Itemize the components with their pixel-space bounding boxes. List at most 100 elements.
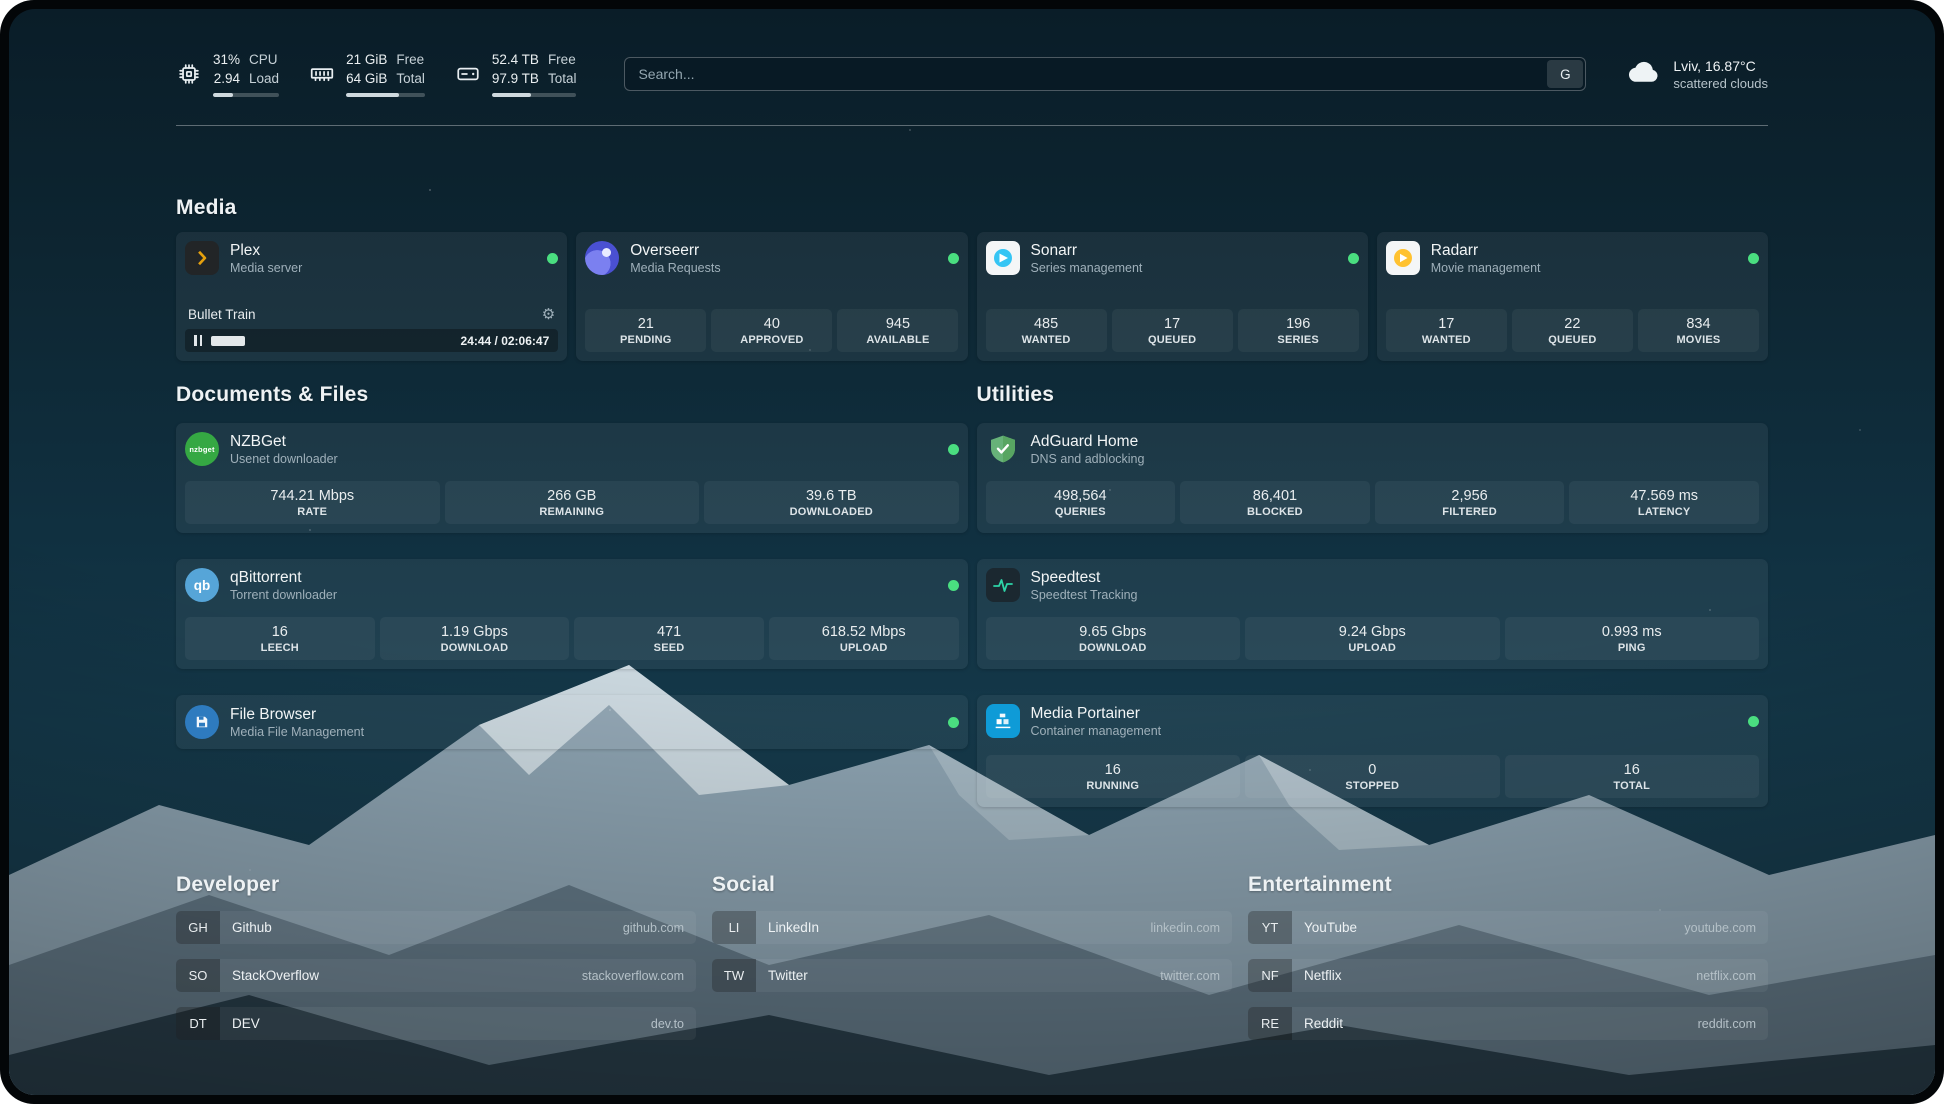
bookmark-url: github.com: [623, 921, 684, 935]
qbittorrent-stat-seed: 471 SEED: [574, 617, 764, 660]
cpu-percent-label: CPU: [249, 51, 279, 70]
adguard-stat-filtered: 2,956 FILTERED: [1375, 481, 1565, 524]
stat-value: 17: [1116, 316, 1229, 332]
section-documents: Documents & Files nzbget NZBGet Usenet d…: [176, 383, 968, 749]
bookmark-name: LinkedIn: [768, 920, 819, 935]
gear-icon[interactable]: ⚙: [542, 307, 555, 322]
service-card-radarr[interactable]: Radarr Movie management 17 WANTED 22 QUE…: [1377, 232, 1768, 361]
overseerr-stat-available: 945 AVAILABLE: [837, 309, 958, 352]
stat-value: 0.993 ms: [1509, 624, 1756, 640]
stat-label: PENDING: [589, 334, 702, 346]
bookmark-netflix[interactable]: NF Netflix netflix.com: [1248, 959, 1768, 992]
status-dot: [948, 253, 959, 264]
stat-value: 266 GB: [449, 488, 696, 504]
speedtest-icon: [986, 568, 1020, 602]
stat-value: 834: [1642, 316, 1755, 332]
memory-icon: [309, 61, 335, 87]
service-card-qbittorrent[interactable]: qb qBittorrent Torrent downloader 16 LEE…: [176, 559, 968, 669]
bookmark-name: Github: [232, 920, 272, 935]
stat-value: 16: [1509, 762, 1756, 778]
stat-label: WANTED: [1390, 334, 1503, 346]
bookmark-abbr: SO: [176, 959, 220, 992]
bookmark-stackoverflow[interactable]: SO StackOverflow stackoverflow.com: [176, 959, 696, 992]
weather-condition: scattered clouds: [1673, 76, 1768, 91]
bookmark-twitter[interactable]: TW Twitter twitter.com: [712, 959, 1232, 992]
status-dot: [1748, 253, 1759, 264]
cpu-load: 2.94: [214, 70, 240, 89]
radarr-icon: [1386, 241, 1420, 275]
playback-track: [211, 336, 452, 346]
service-card-plex[interactable]: Plex Media server Bullet Train ⚙: [176, 232, 567, 361]
bookmark-abbr: GH: [176, 911, 220, 944]
bookmark-name: StackOverflow: [232, 968, 319, 983]
bookmark-abbr: DT: [176, 1007, 220, 1040]
adguard-stat-blocked: 86,401 BLOCKED: [1180, 481, 1370, 524]
stat-label: DOWNLOADED: [708, 506, 955, 518]
stat-value: 21: [589, 316, 702, 332]
bookmark-name: Netflix: [1304, 968, 1342, 983]
service-name: Radarr: [1431, 241, 1541, 260]
service-subtitle: Speedtest Tracking: [1031, 588, 1138, 602]
bookmark-github[interactable]: GH Github github.com: [176, 911, 696, 944]
nzbget-stat-rate: 744.21 Mbps RATE: [185, 481, 440, 524]
service-subtitle: Media Requests: [630, 261, 720, 275]
stat-label: RUNNING: [990, 780, 1237, 792]
service-subtitle: Series management: [1031, 261, 1143, 275]
memory-free: 21 GiB: [346, 51, 387, 70]
stat-label: REMAINING: [449, 506, 696, 518]
section-title-social: Social: [712, 873, 1232, 897]
stat-label: LATENCY: [1573, 506, 1755, 518]
service-card-portainer[interactable]: Media Portainer Container management 16 …: [977, 695, 1769, 807]
section-media: Media Plex Media server: [176, 196, 1768, 361]
service-subtitle: Media File Management: [230, 725, 364, 739]
bookmark-group-developer: Developer GH Github github.com SO StackO…: [176, 873, 696, 1040]
memory-usage-bar: [346, 93, 425, 97]
portainer-icon: [986, 704, 1020, 738]
stat-label: QUERIES: [990, 506, 1172, 518]
nzbget-icon: nzbget: [185, 432, 219, 466]
stat-value: 47.569 ms: [1573, 488, 1755, 504]
service-name: Media Portainer: [1031, 704, 1162, 723]
stat-value: 39.6 TB: [708, 488, 955, 504]
status-dot: [547, 253, 558, 264]
status-dot: [948, 444, 959, 455]
qbittorrent-stat-download: 1.19 Gbps DOWNLOAD: [380, 617, 570, 660]
stat-label: PING: [1509, 642, 1756, 654]
service-subtitle: DNS and adblocking: [1031, 452, 1145, 466]
bookmark-youtube[interactable]: YT YouTube youtube.com: [1248, 911, 1768, 944]
stat-label: RATE: [189, 506, 436, 518]
service-card-nzbget[interactable]: nzbget NZBGet Usenet downloader 744.21 M…: [176, 423, 968, 533]
service-card-speedtest[interactable]: Speedtest Speedtest Tracking 9.65 Gbps D…: [977, 559, 1769, 669]
adguard-stat-queries: 498,564 QUERIES: [986, 481, 1176, 524]
bookmark-reddit[interactable]: RE Reddit reddit.com: [1248, 1007, 1768, 1040]
stat-value: 0: [1249, 762, 1496, 778]
search-input[interactable]: [624, 57, 1586, 91]
stat-value: 86,401: [1184, 488, 1366, 504]
bookmark-linkedin[interactable]: LI LinkedIn linkedin.com: [712, 911, 1232, 944]
qbittorrent-icon: qb: [185, 568, 219, 602]
service-card-sonarr[interactable]: Sonarr Series management 485 WANTED 17 Q…: [977, 232, 1368, 361]
stat-value: 22: [1516, 316, 1629, 332]
stat-value: 485: [990, 316, 1103, 332]
playback-progress: [211, 336, 245, 346]
service-card-overseerr[interactable]: Overseerr Media Requests 21 PENDING 40 A…: [576, 232, 967, 361]
nzbget-stat-downloaded: 39.6 TB DOWNLOADED: [704, 481, 959, 524]
stat-label: AVAILABLE: [841, 334, 954, 346]
service-card-filebrowser[interactable]: File Browser Media File Management: [176, 695, 968, 749]
service-card-adguard[interactable]: AdGuard Home DNS and adblocking 498,564 …: [977, 423, 1769, 533]
bookmark-url: reddit.com: [1698, 1017, 1756, 1031]
service-name: NZBGet: [230, 432, 338, 451]
speedtest-stat-ping: 0.993 ms PING: [1505, 617, 1760, 660]
now-playing-title: Bullet Train: [188, 307, 256, 322]
overseerr-stat-approved: 40 APPROVED: [711, 309, 832, 352]
playback-bar: 24:44 / 02:06:47: [185, 329, 558, 352]
bookmark-dev[interactable]: DT DEV dev.to: [176, 1007, 696, 1040]
search-provider-button[interactable]: G: [1547, 60, 1583, 88]
radarr-stat-queued: 22 QUEUED: [1512, 309, 1633, 352]
stat-label: MOVIES: [1642, 334, 1755, 346]
cpu-load-label: Load: [249, 70, 279, 89]
service-name: Plex: [230, 241, 302, 260]
service-name: qBittorrent: [230, 568, 337, 587]
dashboard-screen: 31% 2.94 CPU Load: [9, 9, 1935, 1095]
adguard-icon: [986, 432, 1020, 466]
